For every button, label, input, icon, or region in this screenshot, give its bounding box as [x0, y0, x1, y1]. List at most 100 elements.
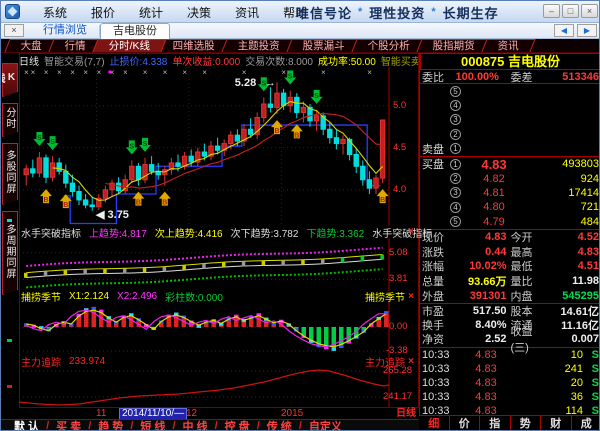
nav-tab-0[interactable]: 行情浏览: [31, 23, 99, 39]
left-tab-3[interactable]: 多周期同屏: [2, 211, 18, 295]
close-button[interactable]: ×: [581, 4, 598, 18]
level-number: 5: [450, 86, 461, 97]
tick-volume: 20: [514, 377, 583, 389]
tick-row-3[interactable]: 10:334.8336S: [420, 390, 600, 404]
slogan-part-2: 长期生存: [443, 3, 499, 22]
tick-side: S: [583, 363, 599, 375]
svg-text:S: S: [50, 139, 55, 146]
svg-text:S: S: [143, 141, 148, 148]
weibi-value: 100.00%: [444, 71, 511, 83]
tick-time: 10:33: [422, 405, 458, 417]
stat-label: 量比: [511, 273, 545, 289]
stats-grid: 现价4.83今开4.52涨跌0.44最高4.83涨幅10.02%最低4.51总量…: [420, 229, 600, 347]
market-tab-3[interactable]: 四维选股: [157, 39, 232, 52]
sailor-pane-header: 水手突破指标 上趋势:4.817 次上趋势:4.416 次下趋势:3.782 下…: [19, 226, 419, 238]
market-tab-2[interactable]: 分时/K线: [92, 39, 167, 52]
fishing-oscillator-chart[interactable]: [19, 302, 419, 356]
bottom-bar-separator: /: [215, 420, 218, 431]
market-tab-6[interactable]: 个股分析: [352, 39, 427, 52]
fishing-right-name: 捕捞季节: [365, 289, 405, 304]
buy-row-2[interactable]: 24.82924: [420, 171, 600, 185]
main-kline-chart[interactable]: SSSSSSSBBBBBBB×××××××××××××××××5.28→◀ 3.…: [19, 67, 419, 226]
tick-volume: 241: [514, 363, 583, 375]
preset-item-7[interactable]: 自定义: [304, 418, 347, 431]
mainforce-close-icon[interactable]: ×: [405, 356, 417, 367]
stat-value: 0.44: [452, 246, 511, 258]
buy-price: 4.80: [465, 201, 523, 213]
sell-row-1[interactable]: 卖盘1: [420, 142, 600, 156]
tick-row-2[interactable]: 10:334.8320S: [420, 376, 600, 390]
sailor-indicator-chart[interactable]: [19, 238, 419, 291]
tick-price: 4.83: [458, 363, 514, 375]
market-tab-8[interactable]: 资讯: [482, 39, 536, 52]
preset-item-3[interactable]: 短 线: [135, 418, 170, 431]
market-tab-7[interactable]: 股指期货: [417, 39, 492, 52]
menu-item-1[interactable]: 报价: [79, 4, 127, 21]
mainforce-value: 233.974: [69, 356, 105, 367]
panel-tab-4[interactable]: 财: [540, 416, 571, 431]
stat-value: 11.98: [545, 275, 600, 287]
sailor-axis-lo: 3.81: [389, 273, 408, 284]
slogan-part-0: 唯信号论: [296, 3, 352, 22]
menu-item-3[interactable]: 决策: [175, 4, 223, 21]
stock-title[interactable]: 000875 吉电股份: [420, 53, 600, 70]
market-tab-5[interactable]: 股票漏斗: [287, 39, 362, 52]
menu-item-4[interactable]: 资讯: [223, 4, 271, 21]
buy-price: 4.82: [465, 173, 523, 185]
maximize-button[interactable]: □: [562, 4, 579, 18]
tick-price: 4.83: [458, 377, 514, 389]
preset-item-0[interactable]: 默 认: [9, 418, 44, 431]
sell-row-4[interactable]: 4: [420, 98, 600, 112]
forward-arrow-button[interactable]: ▶: [577, 24, 597, 37]
buy-row-1[interactable]: 买盘14.83493803: [420, 157, 600, 171]
fishing-close-icon[interactable]: ×: [405, 291, 417, 302]
panel-tab-1[interactable]: 价: [449, 416, 480, 431]
tick-volume: 36: [514, 391, 583, 403]
level-number: 4: [450, 100, 461, 111]
sell-row-3[interactable]: 3: [420, 113, 600, 127]
back-arrow-button[interactable]: ◀: [554, 24, 574, 37]
market-tab-strip: 大盘行情分时/K线四维选股主题投资股票漏斗个股分析股指期货资讯: [1, 39, 600, 53]
tick-price: 4.83: [458, 391, 514, 403]
bottom-bar-separator: /: [257, 420, 260, 431]
buy-row-5[interactable]: 54.79484: [420, 215, 600, 229]
sell-order-book: 5 4 3 2卖盘1: [420, 84, 600, 156]
preset-item-5[interactable]: 控 盘: [220, 418, 255, 431]
minimize-button[interactable]: –: [543, 4, 560, 18]
menu-item-0[interactable]: 系统: [31, 4, 79, 21]
tick-row-0[interactable]: 10:334.8310S: [420, 348, 600, 362]
preset-item-4[interactable]: 中 线: [178, 418, 213, 431]
buy-row-4[interactable]: 44.80721: [420, 200, 600, 214]
tick-side: S: [583, 405, 599, 417]
panel-tab-5[interactable]: 成: [571, 416, 600, 431]
level-number: 4: [450, 202, 461, 213]
sell-row-2[interactable]: 2: [420, 127, 600, 141]
menu-item-2[interactable]: 统计: [127, 4, 175, 21]
preset-item-6[interactable]: 传 统: [262, 418, 297, 431]
stat-value: 0.007: [545, 333, 600, 345]
tick-row-1[interactable]: 10:334.83241S: [420, 362, 600, 376]
main-ytick-1: 5.0: [393, 100, 406, 111]
nav-tab-1[interactable]: 吉电股份: [100, 23, 170, 39]
market-tab-4[interactable]: 主题投资: [222, 39, 297, 52]
level-number: 3: [450, 114, 461, 125]
mainforce-pane-header: 主力追踪 233.974 主力追踪: [19, 356, 419, 367]
svg-text:×: ×: [182, 68, 187, 77]
tick-row-4[interactable]: 10:334.83114S: [420, 404, 600, 418]
panel-tab-3[interactable]: 势: [510, 416, 541, 431]
close-tab-icon[interactable]: ×: [4, 24, 24, 37]
sailor-name: 水手突破指标: [21, 225, 81, 240]
mainforce-name: 主力追踪: [21, 354, 61, 369]
left-tab-0[interactable]: K线: [2, 63, 18, 97]
sell-row-5[interactable]: 5: [420, 84, 600, 98]
panel-tab-2[interactable]: 指: [479, 416, 510, 431]
panel-tab-0[interactable]: 细: [419, 416, 449, 431]
left-tab-1[interactable]: 分时: [2, 103, 18, 137]
sailor-close-icon[interactable]: ×: [405, 226, 417, 237]
svg-text:B: B: [162, 200, 167, 207]
left-tab-2[interactable]: 多股同屏: [2, 143, 18, 205]
preset-item-2[interactable]: 趋 势: [93, 418, 128, 431]
preset-item-1[interactable]: 买 卖: [51, 418, 86, 431]
buy-row-3[interactable]: 34.8117414: [420, 186, 600, 200]
svg-text:×: ×: [202, 68, 207, 77]
